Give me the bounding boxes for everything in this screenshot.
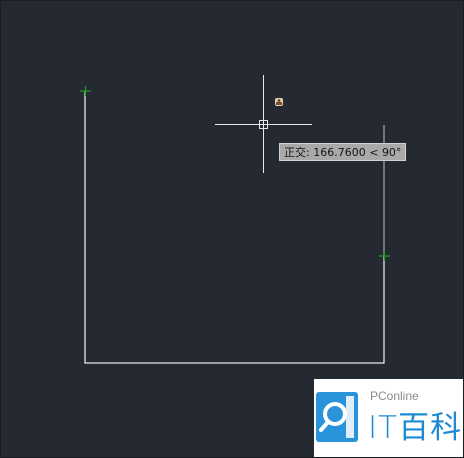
watermark-box: PConline IT百科 bbox=[314, 379, 463, 457]
watermark-brand: PConline bbox=[370, 389, 419, 403]
angle-value: 90° bbox=[381, 146, 402, 159]
drawing-canvas[interactable]: 正交: 166.7600 < 90° PConline IT百科 bbox=[0, 0, 464, 458]
start-point-grip-icon[interactable] bbox=[80, 86, 91, 96]
polyline-segment[interactable] bbox=[84, 91, 385, 364]
search-magnifier-logo-icon bbox=[316, 392, 358, 442]
last-point-grip-icon[interactable] bbox=[379, 251, 390, 261]
distance-value: 166.7600 bbox=[313, 146, 366, 159]
angle-separator: < bbox=[369, 146, 379, 159]
ortho-mode-label: 正交: bbox=[284, 146, 310, 159]
dynamic-input-tooltip: 正交: 166.7600 < 90° bbox=[279, 143, 407, 161]
cursor-snap-badge-icon bbox=[275, 98, 283, 106]
watermark-title: IT百科 bbox=[368, 410, 463, 446]
